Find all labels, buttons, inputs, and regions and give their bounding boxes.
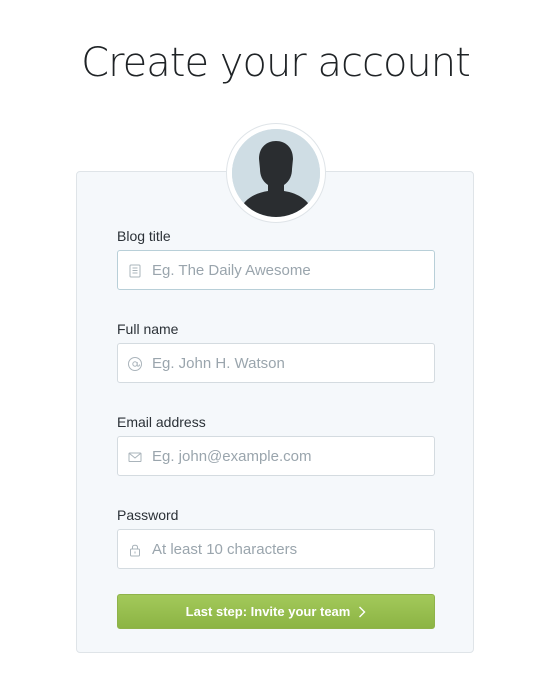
envelope-icon [127,449,143,465]
user-silhouette-icon [232,129,320,217]
blog-title-field[interactable] [117,250,435,290]
password-label: Password [117,507,179,523]
page-title: Create your account [81,40,471,86]
email-label: Email address [117,414,206,430]
invite-team-button-label: Last step: Invite your team [185,604,351,619]
full-name-input[interactable] [152,344,422,382]
avatar[interactable] [226,123,326,223]
password-field[interactable] [117,529,435,569]
blog-title-label: Blog title [117,228,171,244]
at-sign-icon [127,356,143,372]
lock-icon [127,542,143,558]
invite-team-button[interactable]: Last step: Invite your team [117,594,435,629]
full-name-field[interactable] [117,343,435,383]
document-icon [127,263,143,279]
email-input[interactable] [152,437,422,475]
password-input[interactable] [152,530,422,568]
chevron-right-icon [358,606,366,618]
full-name-label: Full name [117,321,179,337]
blog-title-input[interactable] [152,251,422,289]
email-field[interactable] [117,436,435,476]
